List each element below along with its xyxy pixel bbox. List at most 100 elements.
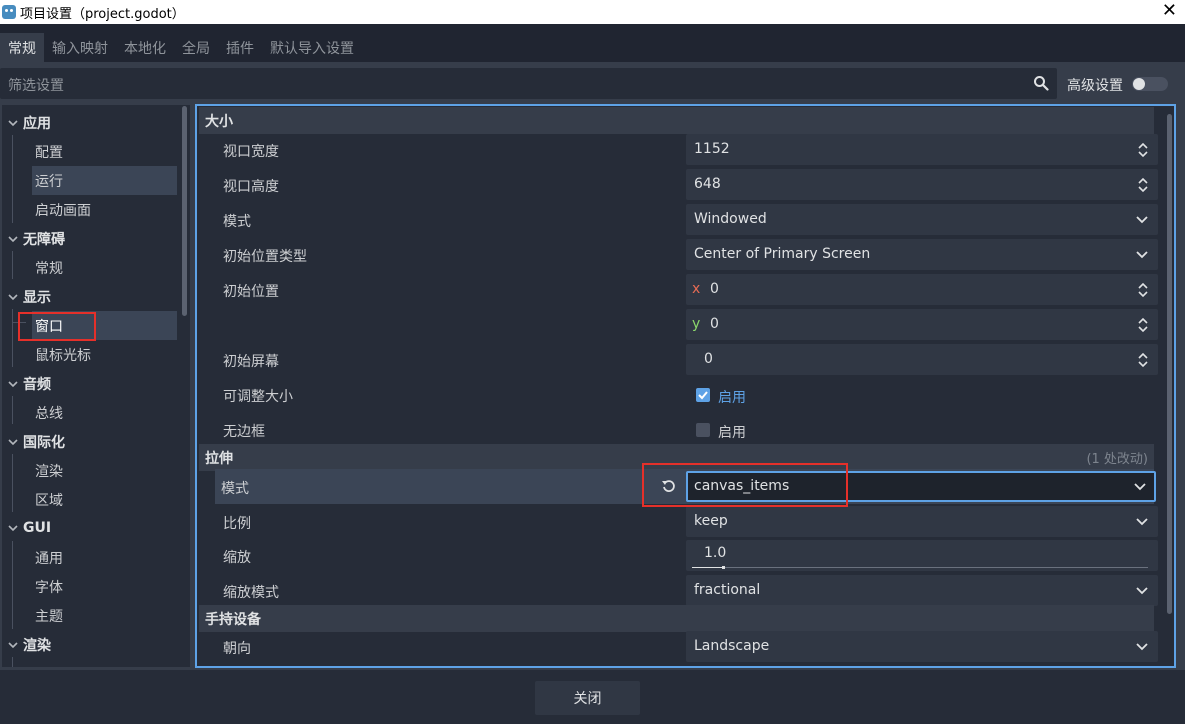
stretch-aspect-dropdown[interactable]: keep — [686, 506, 1158, 537]
tree-section-label: 显示 — [23, 289, 51, 306]
setting-label: 缩放模式 — [223, 585, 279, 601]
settings-tree: 应用 配置 运行 启动画面 无障碍 常规 显示 窗口 鼠标光标 音频 总线 国际… — [2, 105, 190, 667]
tree-section-application[interactable]: 应用 — [8, 108, 51, 137]
setting-value: Center of Primary Screen — [694, 246, 871, 262]
orientation-dropdown[interactable]: Landscape — [686, 631, 1158, 662]
setting-label: 朝向 — [223, 641, 251, 657]
tree-section-label: 渲染 — [23, 637, 51, 654]
row-initial-position-type: 初始位置类型 Center of Primary Screen — [199, 237, 1158, 272]
tree-item-i18n-rendering[interactable]: 渲染 — [35, 456, 180, 485]
tree-item-run[interactable]: 运行 — [32, 166, 177, 195]
viewport-width-spinbox[interactable]: 1152 — [686, 134, 1158, 165]
initial-position-y-spinbox[interactable]: y 0 — [686, 309, 1158, 340]
tree-section-label: GUI — [23, 519, 52, 536]
tree-scrollbar[interactable] — [182, 104, 188, 666]
tab-localization[interactable]: 本地化 — [116, 33, 174, 62]
row-stretch-aspect: 比例 keep — [199, 504, 1158, 539]
row-window-mode: 模式 Windowed — [199, 202, 1158, 237]
filter-settings-input[interactable]: 筛选设置 — [0, 68, 1057, 99]
setting-label: 模式 — [221, 481, 249, 497]
chevron-down-icon — [8, 234, 18, 244]
section-handheld-header[interactable]: 手持设备 — [199, 605, 1154, 632]
setting-label: 缩放 — [223, 550, 251, 566]
viewport-height-spinbox[interactable]: 648 — [686, 169, 1158, 200]
advanced-settings-toggle[interactable] — [1132, 77, 1168, 91]
tree-item-config[interactable]: 配置 — [35, 137, 180, 166]
setting-label: 视口宽度 — [223, 144, 279, 160]
spin-arrows-icon[interactable] — [1138, 177, 1148, 193]
tab-import-defaults[interactable]: 默认导入设置 — [262, 33, 362, 62]
chevron-down-icon — [8, 292, 18, 302]
tree-item-fonts[interactable]: 字体 — [35, 572, 180, 601]
tree-section-rendering[interactable]: 渲染 — [8, 630, 51, 659]
row-stretch-scale: 缩放 1.0 — [199, 538, 1158, 573]
filter-placeholder: 筛选设置 — [8, 78, 64, 94]
tree-section-label: 应用 — [23, 115, 51, 132]
settings-inspector: 大小 视口宽度 1152 视口高度 648 模式 Windowed 初始位置类型… — [195, 104, 1176, 668]
tab-globals[interactable]: 全局 — [174, 33, 218, 62]
checkbox-checked-icon[interactable] — [696, 388, 710, 402]
row-viewport-width: 视口宽度 1152 — [199, 132, 1158, 167]
advanced-settings-label: 高级设置 — [1067, 78, 1123, 94]
window-mode-dropdown[interactable]: Windowed — [686, 204, 1158, 235]
tree-section-internationalization[interactable]: 国际化 — [8, 427, 65, 456]
tree-section-gui[interactable]: GUI — [8, 513, 51, 542]
setting-label: 视口高度 — [223, 179, 279, 195]
chevron-down-icon — [8, 379, 18, 389]
tree-section-label: 国际化 — [23, 434, 65, 451]
tree-item-boot-splash[interactable]: 启动画面 — [35, 195, 180, 224]
tree-item-buses[interactable]: 总线 — [35, 398, 180, 427]
row-borderless: 无边框 启用 — [199, 412, 1154, 447]
chevron-down-icon — [8, 437, 18, 447]
tree-item-locale[interactable]: 区域 — [35, 485, 180, 514]
setting-value: 1.0 — [704, 545, 727, 561]
tree-section-display[interactable]: 显示 — [8, 282, 51, 311]
tab-general[interactable]: 常规 — [0, 33, 44, 62]
spin-arrows-icon[interactable] — [1138, 317, 1148, 333]
row-resizable: 可调整大小 启用 — [199, 377, 1154, 412]
tree-section-label: 音频 — [23, 376, 51, 393]
search-icon[interactable] — [1033, 75, 1049, 91]
window-close-icon[interactable]: ✕ — [1162, 1, 1177, 21]
inspector-scrollbar[interactable] — [1167, 114, 1172, 614]
tab-input-map[interactable]: 输入映射 — [44, 33, 116, 62]
setting-label: 可调整大小 — [223, 389, 293, 405]
section-title: 拉伸 — [205, 450, 233, 467]
tree-section-audio[interactable]: 音频 — [8, 369, 51, 398]
close-button[interactable]: 关闭 — [535, 681, 640, 715]
changes-count: (1 处改动) — [1086, 452, 1148, 467]
setting-value: Windowed — [694, 211, 767, 227]
initial-position-x-spinbox[interactable]: x 0 — [686, 274, 1158, 305]
initial-position-type-dropdown[interactable]: Center of Primary Screen — [686, 239, 1158, 270]
tree-item-textures[interactable]: 纹理 — [35, 659, 180, 668]
chevron-down-icon — [1136, 251, 1148, 259]
checkbox-unchecked-icon[interactable] — [696, 423, 710, 437]
stretch-scale-slider[interactable]: 1.0 — [686, 540, 1158, 571]
chevron-down-icon — [1136, 518, 1148, 526]
borderless-checkbox[interactable]: 启用 — [686, 414, 1158, 445]
section-size-header[interactable]: 大小 — [199, 107, 1154, 134]
axis-y-label: y — [692, 316, 701, 332]
chevron-down-icon — [1136, 587, 1148, 595]
tree-section-accessibility[interactable]: 无障碍 — [8, 224, 65, 253]
chevron-down-icon — [8, 118, 18, 128]
tree-item-theme[interactable]: 主题 — [35, 601, 180, 630]
resizable-checkbox[interactable]: 启用 — [686, 379, 1158, 410]
godot-icon — [2, 5, 16, 19]
stretch-scale-mode-dropdown[interactable]: fractional — [686, 575, 1158, 606]
chevron-down-icon — [1136, 216, 1148, 224]
setting-value: 1152 — [694, 141, 730, 157]
setting-value: 0 — [710, 316, 719, 332]
tree-item-common[interactable]: 通用 — [35, 543, 180, 572]
setting-value: 0 — [710, 281, 719, 297]
spin-arrows-icon[interactable] — [1138, 352, 1148, 368]
tree-item-mouse-cursor[interactable]: 鼠标光标 — [35, 340, 180, 369]
spin-arrows-icon[interactable] — [1138, 282, 1148, 298]
row-stretch-scale-mode: 缩放模式 fractional — [199, 573, 1158, 608]
window-title: 项目设置（project.godot） — [20, 6, 185, 22]
spin-arrows-icon[interactable] — [1138, 142, 1148, 158]
tree-item-accessibility-general[interactable]: 常规 — [35, 253, 180, 282]
tab-plugins[interactable]: 插件 — [218, 33, 262, 62]
slider-handle[interactable] — [722, 566, 725, 569]
initial-screen-spinbox[interactable]: 0 — [686, 344, 1158, 375]
